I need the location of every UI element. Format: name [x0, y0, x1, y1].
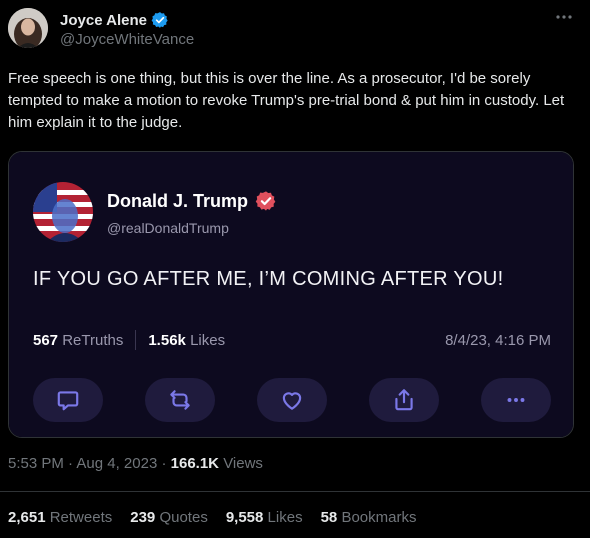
author-avatar[interactable] [8, 8, 48, 48]
embed-likes-label: Likes [190, 331, 226, 349]
retweets-label: Retweets [49, 509, 113, 526]
embed-avatar [33, 182, 93, 242]
truth-social-card: Donald J. Trump @realDonaldTrump IF YOU … [9, 152, 573, 437]
retruths-label: ReTruths [62, 331, 124, 349]
retruths-count: 567 [33, 331, 59, 349]
share-icon [369, 378, 439, 422]
bookmarks-link[interactable]: 58 Bookmarks [321, 509, 417, 526]
embed-author-handle: @realDonaldTrump [107, 220, 229, 236]
views-label: Views [223, 455, 263, 472]
meta-separator-2: · [161, 455, 167, 472]
truth-verified-icon [255, 190, 277, 212]
likes-link[interactable]: 9,558 Likes [226, 509, 303, 526]
quotes-count: 239 [130, 509, 156, 526]
views-count: 166.1K [170, 455, 220, 472]
tweet-text: Free speech is one thing, but this is ov… [8, 70, 565, 131]
more-icon [481, 378, 551, 422]
tweet-date[interactable]: Aug 4, 2023 [76, 455, 157, 472]
embed-post-text: IF YOU GO AFTER ME, I’M COMING AFTER YOU… [33, 268, 504, 290]
embed-likes-stat: 1.56k Likes [148, 332, 225, 349]
embed-likes-count: 1.56k [148, 331, 186, 349]
divider [0, 491, 590, 492]
stat-divider [135, 330, 137, 350]
retruths-stat: 567 ReTruths [33, 332, 123, 349]
retweets-link[interactable]: 2,651 Retweets [8, 509, 112, 526]
author-name-row: Joyce Alene [60, 11, 169, 29]
embed-author-name: Donald J. Trump [107, 190, 249, 211]
author-name[interactable]: Joyce Alene [60, 12, 147, 29]
embed-name-row: Donald J. Trump [107, 190, 277, 212]
likes-count: 9,558 [225, 509, 264, 526]
meta-separator: · [68, 455, 74, 472]
quotes-link[interactable]: 239 Quotes [130, 509, 208, 526]
verified-badge-icon [151, 11, 169, 29]
like-icon [257, 378, 327, 422]
quotes-label: Quotes [159, 509, 208, 526]
engagement-stats: 2,651 Retweets 239 Quotes 9,558 Likes 58… [8, 509, 416, 526]
tweet-meta: 5:53 PM · Aug 4, 2023 · 166.1K Views [8, 455, 263, 472]
bookmarks-label: Bookmarks [341, 509, 417, 526]
tweet-time[interactable]: 5:53 PM [8, 455, 64, 472]
retruth-icon [145, 378, 215, 422]
embed-post-date: 8/4/23, 4:16 PM [445, 331, 551, 349]
embedded-image[interactable]: Donald J. Trump @realDonaldTrump IF YOU … [8, 151, 574, 438]
embed-stats: 567 ReTruths 1.56k Likes 8/4/23, 4:16 PM [33, 330, 551, 350]
bookmarks-count: 58 [320, 509, 338, 526]
reply-icon [33, 378, 103, 422]
ellipsis-icon[interactable] [554, 10, 574, 26]
embed-action-bar [33, 378, 551, 422]
likes-label: Likes [267, 509, 303, 526]
retweets-count: 2,651 [8, 509, 46, 526]
author-handle[interactable]: @JoyceWhiteVance [60, 31, 194, 48]
tweet-header: Joyce Alene @JoyceWhiteVance [8, 8, 582, 52]
